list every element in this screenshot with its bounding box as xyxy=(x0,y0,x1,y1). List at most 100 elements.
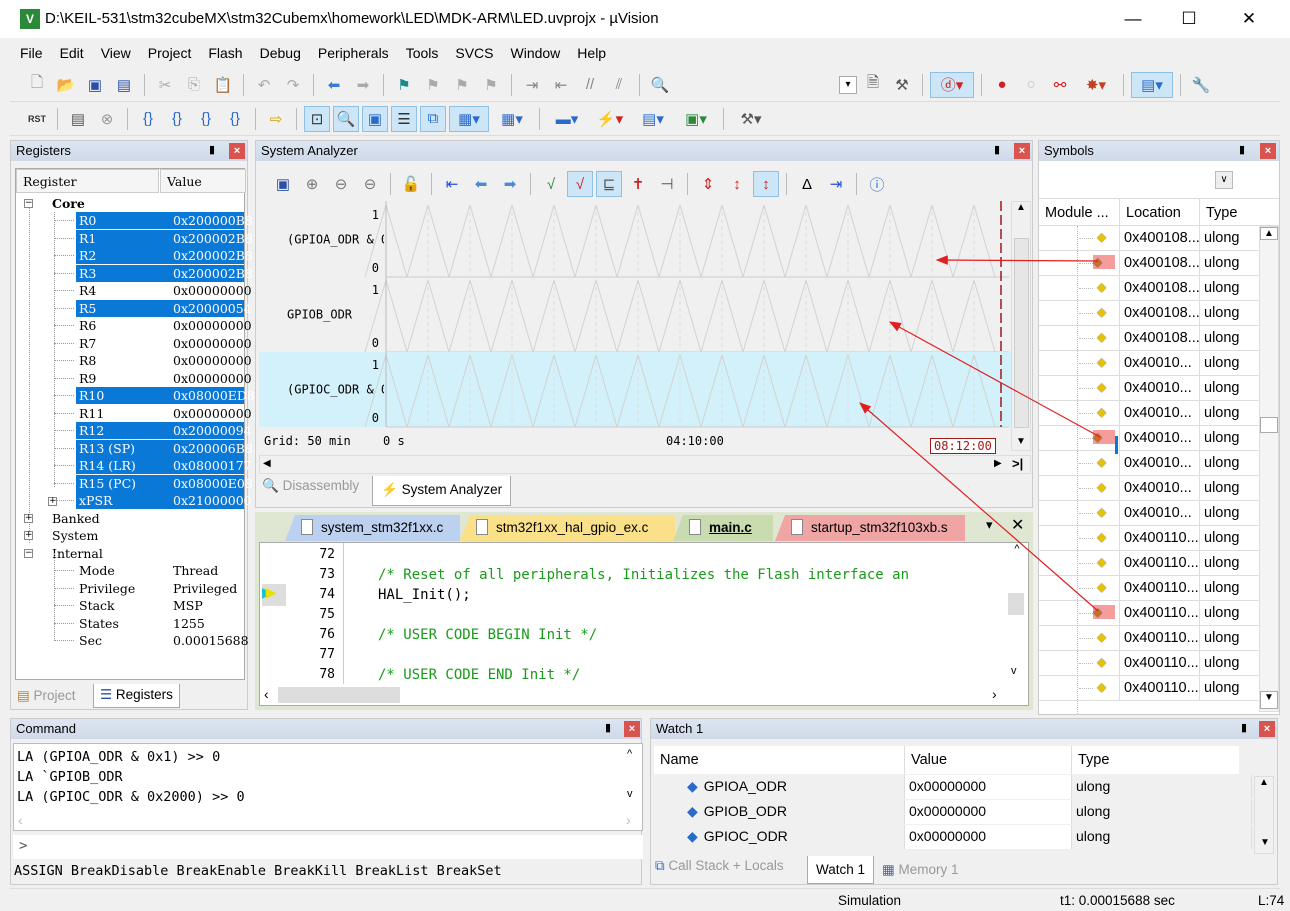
step-over-icon[interactable]: {} xyxy=(164,106,190,132)
tab-project[interactable]: ▤ Project xyxy=(17,688,76,704)
indent-icon[interactable]: ⇥ xyxy=(519,72,545,98)
transition-icon[interactable]: √ xyxy=(538,171,564,197)
column-type[interactable]: Type xyxy=(1071,746,1115,774)
register-row[interactable]: R11 0x00000000 xyxy=(16,405,252,422)
expand-icon[interactable]: + xyxy=(24,513,33,523)
uncomment-icon[interactable]: ⫽ xyxy=(606,72,632,98)
close-button[interactable]: ✕ xyxy=(1226,6,1272,32)
disassembly-window-icon[interactable]: 🔍 xyxy=(333,105,359,132)
register-row[interactable]: R3 0x200002B8 xyxy=(16,264,253,282)
editor-horizontal-scrollbar[interactable]: ‹ › xyxy=(260,685,1028,705)
disable-breakpoint-icon[interactable]: ○ xyxy=(1018,72,1044,98)
internal-row[interactable]: Privilege Privileged xyxy=(16,580,244,597)
pin-icon[interactable]: ▮ xyxy=(605,721,611,734)
kill-breakpoints-icon[interactable]: ⚯ xyxy=(1047,72,1073,98)
analyzer-vertical-scrollbar[interactable]: ▲ ▼ xyxy=(1011,201,1031,451)
symbol-row[interactable]: ◆ 0x40010... ulong xyxy=(1039,426,1259,451)
symbol-row[interactable]: ◆ 0x400110... ulong xyxy=(1039,626,1259,651)
analyzer-horizontal-scrollbar[interactable]: ◀ ▶ >| xyxy=(259,455,1031,474)
code-line[interactable]: HAL_Init(); xyxy=(378,587,471,603)
copy-icon[interactable]: ⎘ xyxy=(181,72,207,98)
register-row[interactable]: R14 (LR) 0x08000177 xyxy=(16,457,252,474)
auto-scale-icon[interactable]: ↕ xyxy=(753,171,779,197)
toolbox-icon[interactable]: ⚒▾ xyxy=(731,106,771,132)
tab-list-dropdown[interactable]: ▾ xyxy=(986,517,993,533)
transition-marker-icon[interactable]: √ xyxy=(567,171,593,197)
step-into-icon[interactable]: {} xyxy=(135,106,161,132)
tab-registers[interactable]: ☰ Registers xyxy=(93,684,180,708)
menu-peripherals[interactable]: Peripherals xyxy=(308,40,396,61)
new-file-icon[interactable]: 🗋 xyxy=(24,72,50,98)
menu-edit[interactable]: Edit xyxy=(50,40,91,61)
column-value[interactable]: Value xyxy=(904,746,953,774)
internal-row[interactable]: Mode Thread xyxy=(16,562,244,579)
step-out-icon[interactable]: {} xyxy=(193,106,219,132)
signal-info-icon[interactable]: ⊑ xyxy=(596,171,622,197)
pin-icon[interactable]: ▮ xyxy=(994,143,1000,156)
menu-view[interactable]: View xyxy=(91,40,138,61)
comment-icon[interactable]: // xyxy=(577,72,603,98)
symbol-row[interactable]: ◆ 0x40010... ulong xyxy=(1039,501,1259,526)
register-row[interactable]: R4 0x00000000 xyxy=(16,282,252,299)
cursor-icon[interactable]: ✝ xyxy=(625,171,651,197)
column-location[interactable]: Location xyxy=(1119,199,1187,226)
show-next-statement-icon[interactable]: ⇨ xyxy=(263,106,289,132)
symbol-row[interactable]: ◆ 0x400108... ulong xyxy=(1039,226,1259,251)
close-panel-button[interactable]: × xyxy=(624,721,640,737)
go-to-end-icon[interactable]: ⇥ xyxy=(823,171,849,197)
scroll-down-icon[interactable]: ▼ xyxy=(1016,436,1026,447)
close-panel-button[interactable]: × xyxy=(229,143,245,159)
maximize-button[interactable]: ☐ xyxy=(1166,6,1212,32)
register-group-internal[interactable]: Internal xyxy=(16,545,244,562)
configure-icon[interactable]: ⚒ xyxy=(889,72,915,98)
save-icon[interactable]: ▣ xyxy=(270,171,296,197)
symbol-row[interactable]: ◆ 0x400110... ulong xyxy=(1039,551,1259,576)
register-row[interactable]: R10 0x08000ED8 xyxy=(16,387,255,404)
editor-tab[interactable]: system_stm32f1xx.c xyxy=(285,515,460,541)
scroll-up-icon[interactable]: ▲ xyxy=(1012,202,1030,213)
symbol-row[interactable]: ◆ 0x400110... ulong xyxy=(1039,676,1259,701)
bookmark-icon[interactable]: ⚑ xyxy=(391,72,417,98)
symbols-filter-dropdown[interactable]: ∨ xyxy=(1215,171,1233,189)
internal-row[interactable]: Sec 0.00015688 xyxy=(16,632,249,649)
close-panel-button[interactable]: × xyxy=(1014,143,1030,159)
symbol-row[interactable]: ◆ 0x400108... ulong xyxy=(1039,326,1259,351)
register-row[interactable]: R1 0x200002B8 xyxy=(16,229,253,247)
breakpoint-icon[interactable]: ● xyxy=(989,72,1015,98)
close-editor-button[interactable]: ✕ xyxy=(1011,515,1024,535)
register-row[interactable]: R13 (SP) 0x200006B8 xyxy=(16,439,253,457)
column-register[interactable]: Register xyxy=(16,169,159,193)
register-row[interactable]: R7 0x00000000 xyxy=(16,335,252,352)
tab-watch-1[interactable]: Watch 1 xyxy=(807,856,875,884)
symbol-row[interactable]: ◆ 0x400108... ulong xyxy=(1039,301,1259,326)
previous-icon[interactable]: ⬅ xyxy=(468,171,494,197)
run-icon[interactable]: ▤ xyxy=(65,106,91,132)
save-icon[interactable]: ▣ xyxy=(82,72,108,98)
signal-row[interactable]: GPIOB_ODR 1 0 xyxy=(287,279,1009,353)
close-panel-button[interactable]: × xyxy=(1260,143,1276,159)
menu-help[interactable]: Help xyxy=(567,40,613,61)
editor-tab[interactable]: startup_stm32f103xb.s xyxy=(775,515,965,541)
symbol-row[interactable]: ◆ 0x40010... ulong xyxy=(1039,401,1259,426)
menu-tools[interactable]: Tools xyxy=(396,40,446,61)
signal-plot[interactable]: (GPIOA_ODR & 0x1) >> 010GPIOB_ODR10(GPIO… xyxy=(259,201,1011,431)
redo-icon[interactable]: ↷ xyxy=(280,72,306,98)
code-line[interactable]: /* USER CODE END Init */ xyxy=(378,667,580,683)
core-group[interactable]: Core xyxy=(16,195,244,212)
menu-window[interactable]: Window xyxy=(501,40,568,61)
next-bookmark-icon[interactable]: ⚑ xyxy=(449,72,475,98)
register-row[interactable]: R2 0x200002B8 xyxy=(16,247,253,264)
close-panel-button[interactable]: × xyxy=(1259,721,1275,737)
register-row[interactable]: R6 0x00000000 xyxy=(16,317,252,334)
unindent-icon[interactable]: ⇤ xyxy=(548,72,574,98)
stop-icon[interactable]: ⊗ xyxy=(94,106,120,132)
tab-memory-1[interactable]: ▦ Memory 1 xyxy=(882,862,959,878)
register-row[interactable]: R5 0x20000054 xyxy=(16,299,252,317)
run-to-cursor-icon[interactable]: {} xyxy=(222,106,248,132)
watch-row[interactable]: ◆ GPIOC_ODR 0x00000000 ulong xyxy=(655,825,1255,850)
register-row[interactable]: R12 0x20000094 xyxy=(16,422,252,439)
tab-call-stack[interactable]: ⧉ Call Stack + Locals xyxy=(655,858,784,874)
symbol-row[interactable]: ◆ 0x400108... ulong xyxy=(1039,251,1259,276)
editor-tab[interactable]: main.c xyxy=(673,515,773,541)
watch-window-icon[interactable]: ▦▾ xyxy=(449,105,489,132)
